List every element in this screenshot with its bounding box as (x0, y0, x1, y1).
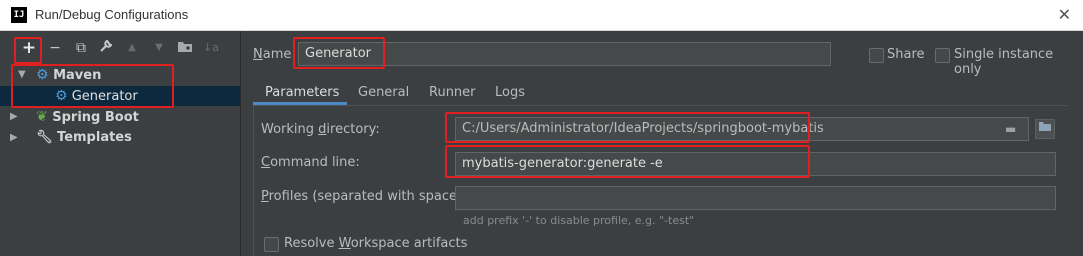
command-line-label: Command line: (261, 155, 360, 170)
working-directory-label: Working directory: (261, 122, 380, 137)
tree-item-label: Spring Boot (52, 110, 139, 125)
profiles-label: Profiles (separated with space): (261, 189, 467, 204)
wrench-icon: 🔧︎ (36, 130, 53, 145)
tab-logs[interactable]: Logs (495, 85, 525, 100)
tree-item-spring-boot[interactable]: ▶ ❦ Spring Boot (10, 107, 139, 127)
profiles-input[interactable] (455, 186, 1056, 210)
chevron-right-icon: ▶ (10, 132, 18, 143)
resolve-workspace-label: Resolve Workspace artifacts (284, 236, 468, 251)
intellij-icon: IJ (11, 7, 27, 23)
tree-item-templates[interactable]: ▶ 🔧︎ Templates (10, 128, 132, 148)
folder-icon[interactable]: ▬ (1005, 122, 1016, 136)
share-checkbox[interactable] (869, 48, 884, 63)
profiles-hint: add prefix '-' to disable profile, e.g. … (463, 214, 695, 227)
window-title: Run/Debug Configurations (35, 7, 189, 22)
title-bar: IJ Run/Debug Configurations ✕ (0, 0, 1083, 31)
highlight-add (14, 37, 42, 64)
browse-button[interactable] (1035, 119, 1055, 139)
tab-general[interactable]: General (358, 85, 409, 100)
tree-item-label: Templates (57, 130, 132, 145)
close-icon[interactable]: ✕ (1058, 5, 1071, 24)
share-label: Share (887, 47, 925, 62)
tab-parameters[interactable]: Parameters (265, 85, 339, 100)
remove-icon[interactable]: − (46, 39, 64, 57)
single-instance-label: Single instance only (954, 47, 1054, 77)
wrench-icon[interactable] (97, 39, 115, 57)
name-label: Name: (253, 47, 296, 62)
spring-leaf-icon: ❦ (36, 109, 48, 125)
single-instance-checkbox[interactable] (935, 48, 950, 63)
copy-icon[interactable]: ⧉ (72, 39, 90, 57)
move-down-icon[interactable]: ▼ (150, 39, 168, 57)
highlight-maven-generator (11, 64, 174, 108)
sort-icon[interactable]: ↓a (202, 39, 220, 57)
resolve-workspace-checkbox[interactable] (264, 237, 279, 252)
chevron-right-icon: ▶ (10, 111, 18, 122)
tab-runner[interactable]: Runner (429, 85, 476, 100)
highlight-name (293, 37, 385, 69)
folder-icon[interactable] (176, 39, 194, 57)
highlight-working-directory (445, 112, 810, 143)
move-up-icon[interactable]: ▲ (123, 39, 141, 57)
highlight-command-line (445, 145, 810, 178)
